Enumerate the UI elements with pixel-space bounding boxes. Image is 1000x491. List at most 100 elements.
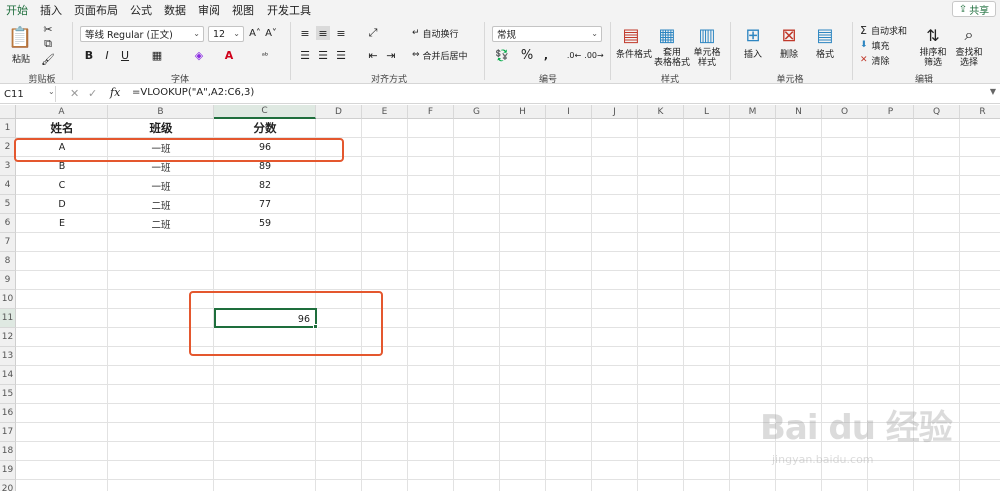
column-header-k[interactable]: K — [638, 105, 684, 119]
underline-button[interactable]: U — [118, 48, 132, 62]
row-header-4[interactable]: 4 — [0, 176, 16, 195]
decrease-indent-icon[interactable]: ⇤ — [366, 48, 380, 62]
row-header-17[interactable]: 17 — [0, 423, 16, 442]
copy-icon[interactable]: ⧉ — [42, 37, 54, 50]
row-header-7[interactable]: 7 — [0, 233, 16, 252]
row-header-9[interactable]: 9 — [0, 271, 16, 290]
select-all-corner[interactable] — [0, 105, 16, 119]
column-header-g[interactable]: G — [454, 105, 500, 119]
column-header-h[interactable]: H — [500, 105, 546, 119]
column-header-p[interactable]: P — [868, 105, 914, 119]
align-top-icon[interactable]: ≡ — [298, 26, 312, 40]
wrap-text-button[interactable]: ↵ 自动换行 — [412, 26, 459, 40]
percent-icon[interactable]: % — [520, 48, 534, 63]
conditional-format-icon[interactable]: ▤ — [620, 24, 642, 46]
tab-developer[interactable]: 开发工具 — [267, 2, 311, 18]
header-cell-score[interactable]: 分数 — [214, 119, 316, 137]
share-button[interactable]: ⇪ 共享 — [952, 1, 996, 17]
table-cell[interactable]: 二班 — [108, 214, 214, 233]
formula-input[interactable]: =VLOOKUP("A",A2:C6,3) — [132, 87, 254, 98]
column-header-a[interactable]: A — [16, 105, 108, 119]
italic-button[interactable]: I — [100, 48, 114, 62]
accounting-icon[interactable]: 💱 — [494, 48, 510, 62]
format-cells-icon[interactable]: ▤ — [814, 24, 836, 46]
tab-formulas[interactable]: 公式 — [130, 2, 152, 18]
chevron-down-icon[interactable]: ⌄ — [48, 87, 55, 96]
delete-cells-label[interactable]: 删除 — [774, 50, 804, 60]
table-cell[interactable]: 82 — [214, 176, 316, 195]
column-header-r[interactable]: R — [960, 105, 1000, 119]
row-header-5[interactable]: 5 — [0, 195, 16, 214]
column-header-q[interactable]: Q — [914, 105, 960, 119]
format-cells-label[interactable]: 格式 — [810, 50, 840, 60]
comma-style-icon[interactable]: , — [540, 48, 552, 62]
paste-icon[interactable]: 📋 — [8, 24, 33, 50]
format-as-table-label-1[interactable]: 套用 — [652, 48, 692, 58]
row-header-10[interactable]: 10 — [0, 290, 16, 309]
column-header-d[interactable]: D — [316, 105, 362, 119]
tab-insert[interactable]: 插入 — [40, 2, 62, 18]
column-header-m[interactable]: M — [730, 105, 776, 119]
row-header-6[interactable]: 6 — [0, 214, 16, 233]
column-header-j[interactable]: J — [592, 105, 638, 119]
cut-icon[interactable]: ✂ — [42, 23, 54, 36]
row-header-20[interactable]: 20 — [0, 480, 16, 491]
sort-filter-label-1[interactable]: 排序和 — [916, 48, 950, 58]
increase-indent-icon[interactable]: ⇥ — [384, 48, 398, 62]
insert-cells-label[interactable]: 插入 — [738, 50, 768, 60]
header-cell-class[interactable]: 班级 — [108, 119, 214, 137]
column-header-n[interactable]: N — [776, 105, 822, 119]
cell-styles-label-1[interactable]: 单元格 — [690, 48, 724, 58]
orientation-icon[interactable]: ⤢ — [366, 26, 380, 40]
find-select-label-2[interactable]: 选择 — [952, 58, 986, 68]
tab-view[interactable]: 视图 — [232, 2, 254, 18]
align-center-icon[interactable]: ☰ — [316, 48, 330, 62]
conditional-format-label[interactable]: 条件格式 — [614, 50, 654, 60]
sort-filter-label-2[interactable]: 筛选 — [916, 58, 950, 68]
row-header-16[interactable]: 16 — [0, 404, 16, 423]
decrease-decimal-icon[interactable]: .00→ — [584, 48, 603, 62]
row-header-8[interactable]: 8 — [0, 252, 16, 271]
phonetic-icon[interactable]: ᵃᵇ — [258, 48, 272, 62]
paste-label[interactable]: 粘贴 — [12, 52, 30, 65]
font-color-icon[interactable]: A — [222, 48, 236, 62]
decrease-font-icon[interactable]: A˅ — [264, 26, 278, 40]
confirm-icon[interactable]: ✓ — [88, 87, 97, 100]
table-cell[interactable]: 59 — [214, 214, 316, 233]
align-bottom-icon[interactable]: ≡ — [334, 26, 348, 40]
format-as-table-label-2[interactable]: 表格格式 — [652, 58, 692, 68]
font-name-select[interactable]: 等线 Regular (正文) ⌄ — [80, 26, 204, 42]
column-header-i[interactable]: I — [546, 105, 592, 119]
find-select-icon[interactable]: ⌕ — [958, 24, 980, 46]
table-cell[interactable]: 77 — [214, 195, 316, 214]
cell-styles-icon[interactable]: ▥ — [696, 24, 718, 46]
column-header-e[interactable]: E — [362, 105, 408, 119]
number-format-select[interactable]: 常规 ⌄ — [492, 26, 602, 42]
fill-color-icon[interactable]: ◈ — [192, 48, 206, 62]
table-cell[interactable]: 二班 — [108, 195, 214, 214]
column-header-b[interactable]: B — [108, 105, 214, 119]
row-header-12[interactable]: 12 — [0, 328, 16, 347]
row-header-11[interactable]: 11 — [0, 309, 16, 328]
align-middle-icon[interactable]: ≡ — [316, 26, 330, 40]
tab-data[interactable]: 数据 — [164, 2, 186, 18]
row-header-1[interactable]: 1 — [0, 119, 16, 138]
row-header-19[interactable]: 19 — [0, 461, 16, 480]
find-select-label-1[interactable]: 查找和 — [952, 48, 986, 58]
clear-button[interactable]: ✕ 清除 — [860, 54, 890, 67]
align-left-icon[interactable]: ☰ — [298, 48, 312, 62]
align-right-icon[interactable]: ☰ — [334, 48, 348, 62]
bold-button[interactable]: B — [82, 48, 96, 62]
row-header-14[interactable]: 14 — [0, 366, 16, 385]
increase-decimal-icon[interactable]: .0← — [566, 48, 582, 62]
delete-cells-icon[interactable]: ⊠ — [778, 24, 800, 46]
font-size-select[interactable]: 12 ⌄ — [208, 26, 244, 42]
column-header-o[interactable]: O — [822, 105, 868, 119]
column-header-l[interactable]: L — [684, 105, 730, 119]
table-cell[interactable]: D — [16, 195, 108, 214]
fill-button[interactable]: ⬇ 填充 — [860, 39, 890, 52]
row-header-15[interactable]: 15 — [0, 385, 16, 404]
column-header-c[interactable]: C — [214, 105, 316, 119]
expand-formula-icon[interactable]: ▼ — [990, 87, 996, 96]
borders-icon[interactable]: ▦ — [150, 48, 164, 62]
